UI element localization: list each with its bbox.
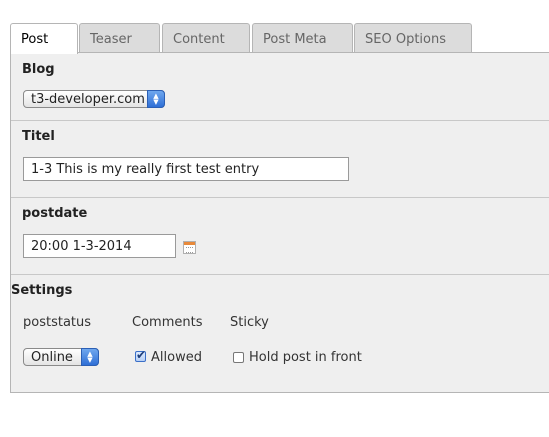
tab-label: Post Meta xyxy=(263,32,327,47)
tab-seo-options[interactable]: SEO Options xyxy=(354,23,472,53)
titel-input[interactable]: 1-3 This is my really first test entry xyxy=(23,157,349,181)
sticky-checkbox[interactable] xyxy=(233,352,244,363)
tab-content[interactable]: Content xyxy=(162,23,250,53)
tab-teaser[interactable]: Teaser xyxy=(79,23,160,53)
blog-title: Blog xyxy=(22,62,55,77)
calendar-icon[interactable] xyxy=(183,241,196,254)
select-arrows-icon: ▲ ▼ xyxy=(81,348,99,366)
postdate-input[interactable]: 20:00 1-3-2014 xyxy=(23,234,176,258)
tab-label: SEO Options xyxy=(365,32,446,47)
postdate-section: postdate 20:00 1-3-2014 xyxy=(11,198,549,275)
blog-section: Blog t3-developer.com ▲ ▼ xyxy=(11,53,549,121)
titel-section: Titel 1-3 This is my really first test e… xyxy=(11,121,549,198)
blog-select-value: t3-developer.com xyxy=(31,92,145,107)
settings-title: Settings xyxy=(11,283,73,298)
tab-label: Teaser xyxy=(90,32,132,47)
poststatus-label: poststatus xyxy=(23,315,92,330)
postdate-input-value: 20:00 1-3-2014 xyxy=(31,239,132,254)
poststatus-select-value: Online xyxy=(31,350,73,365)
blog-select[interactable]: t3-developer.com ▲ ▼ xyxy=(23,90,165,108)
titel-title: Titel xyxy=(22,129,55,144)
tab-bar: Post Teaser Content Post Meta SEO Option… xyxy=(10,23,549,54)
comments-label: Comments xyxy=(132,315,203,330)
comments-checkbox-label[interactable]: Allowed xyxy=(151,350,202,365)
titel-input-value: 1-3 This is my really first test entry xyxy=(31,162,260,177)
comments-checkbox[interactable] xyxy=(135,348,146,362)
sticky-label: Sticky xyxy=(230,315,269,330)
tab-post-meta[interactable]: Post Meta xyxy=(252,23,353,53)
sticky-checkbox-label[interactable]: Hold post in front xyxy=(249,350,362,365)
post-form-panel: Blog t3-developer.com ▲ ▼ Titel 1-3 This … xyxy=(10,53,549,393)
select-arrows-icon: ▲ ▼ xyxy=(147,90,165,108)
postdate-title: postdate xyxy=(22,206,88,221)
tab-label: Content xyxy=(173,32,225,47)
tab-label: Post xyxy=(21,32,49,47)
tab-post[interactable]: Post xyxy=(10,23,78,54)
poststatus-select[interactable]: Online ▲ ▼ xyxy=(23,348,99,366)
settings-section: Settings poststatus Online ▲▼ Comments A… xyxy=(11,275,549,392)
